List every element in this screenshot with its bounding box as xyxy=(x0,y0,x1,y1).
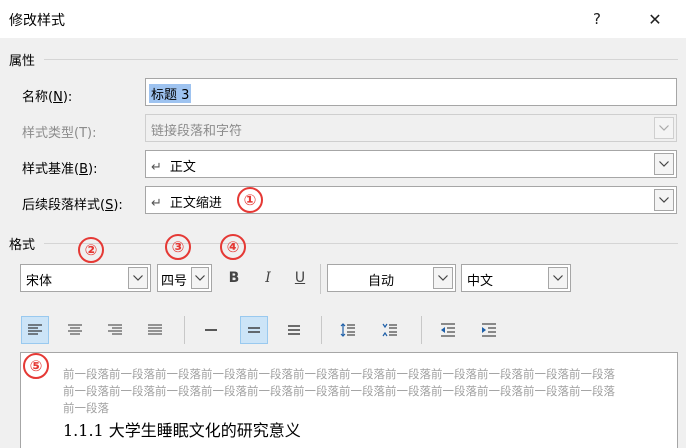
annotation-badge-2: ② xyxy=(78,237,104,263)
based-on-label: 样式基准(B): xyxy=(22,162,98,177)
paragraph-mark-icon: ↵ xyxy=(151,160,162,175)
close-button[interactable]: ✕ xyxy=(640,4,670,34)
name-label: 名称(N): xyxy=(22,90,73,105)
align-right-icon xyxy=(108,324,122,335)
single-spacing-button[interactable] xyxy=(197,316,225,344)
annotation-badge-1: ① xyxy=(237,187,263,213)
style-type-select: 链接段落和字符 xyxy=(145,114,677,142)
font-color-select[interactable]: 自动 xyxy=(327,264,456,292)
align-center-button[interactable] xyxy=(61,316,89,344)
decrease-indent-icon xyxy=(441,323,455,337)
name-value: 标题 3 xyxy=(149,84,192,103)
font-value: 宋体 xyxy=(26,274,53,289)
annotation-badge-5: ⑤ xyxy=(23,353,49,379)
chevron-down-icon[interactable] xyxy=(433,267,453,289)
justify-button[interactable] xyxy=(141,316,169,344)
based-on-value: 正文 xyxy=(169,160,196,175)
following-style-select[interactable]: ↵ 正文缩进 xyxy=(145,186,677,214)
chevron-down-icon[interactable] xyxy=(191,267,209,289)
preview-heading: 1.1.1 大学生睡眠文化的研究意义 xyxy=(63,421,301,440)
italic-button[interactable]: I xyxy=(256,266,280,290)
script-select[interactable]: 中文 xyxy=(461,264,571,292)
following-style-value: 正文缩进 xyxy=(169,196,222,211)
toolbar-separator xyxy=(184,316,185,344)
increase-spacing-before-button[interactable] xyxy=(334,316,362,344)
increase-indent-button[interactable] xyxy=(475,316,503,344)
properties-section-label: 属性 xyxy=(9,54,36,69)
script-value: 中文 xyxy=(467,274,494,289)
align-right-button[interactable] xyxy=(101,316,129,344)
following-style-label: 后续段落样式(S): xyxy=(22,198,123,213)
preview-previous-paragraph: 前一段落前一段落前一段落前一段落前一段落前一段落前一段落前一段落前一段落前一段落… xyxy=(63,367,615,415)
format-section-label: 格式 xyxy=(9,238,36,253)
annotation-badge-4: ④ xyxy=(220,234,246,260)
paragraph-mark-icon: ↵ xyxy=(151,196,162,211)
help-button[interactable]: ? xyxy=(582,4,612,34)
dialog-title: 修改样式 xyxy=(9,13,65,29)
decrease-spacing-before-button[interactable] xyxy=(376,316,404,344)
style-type-value: 链接段落和字符 xyxy=(151,124,243,139)
decrease-indent-button[interactable] xyxy=(434,316,462,344)
single-spacing-icon xyxy=(205,329,217,331)
align-center-icon xyxy=(68,324,82,335)
one-half-spacing-button[interactable] xyxy=(240,316,268,344)
chevron-down-icon[interactable] xyxy=(654,153,674,175)
decrease-paragraph-spacing-icon xyxy=(382,323,397,337)
underline-button[interactable]: U xyxy=(288,266,312,290)
style-type-label: 样式类型(T): xyxy=(22,126,97,141)
chevron-down-icon[interactable] xyxy=(128,267,148,289)
double-spacing-icon xyxy=(288,325,300,335)
chevron-down-icon xyxy=(654,117,674,139)
double-spacing-button[interactable] xyxy=(280,316,308,344)
name-input[interactable]: 标题 3 xyxy=(145,78,677,106)
align-left-button[interactable] xyxy=(21,316,49,344)
format-divider xyxy=(44,243,678,244)
align-left-icon xyxy=(28,324,42,335)
based-on-select[interactable]: ↵ 正文 xyxy=(145,150,677,178)
increase-indent-icon xyxy=(482,323,496,337)
chevron-down-icon[interactable] xyxy=(548,267,568,289)
font-select[interactable]: 宋体 xyxy=(20,264,151,292)
chevron-down-icon[interactable] xyxy=(654,189,674,211)
annotation-badge-3: ③ xyxy=(165,234,191,260)
dialog-titlebar: 修改样式 ? ✕ xyxy=(0,0,686,38)
properties-divider xyxy=(44,59,678,60)
increase-paragraph-spacing-icon xyxy=(340,323,355,337)
bold-button[interactable]: B xyxy=(222,266,246,290)
one-half-spacing-icon xyxy=(248,327,260,333)
style-preview: 前一段落前一段落前一段落前一段落前一段落前一段落前一段落前一段落前一段落前一段落… xyxy=(20,352,678,448)
font-size-select[interactable]: 四号 xyxy=(157,264,212,292)
toolbar-separator xyxy=(321,316,322,344)
font-size-value: 四号 xyxy=(161,274,188,289)
justify-icon xyxy=(148,324,162,335)
toolbar-separator xyxy=(320,264,321,294)
font-color-value: 自动 xyxy=(368,274,395,289)
toolbar-separator xyxy=(421,316,422,344)
